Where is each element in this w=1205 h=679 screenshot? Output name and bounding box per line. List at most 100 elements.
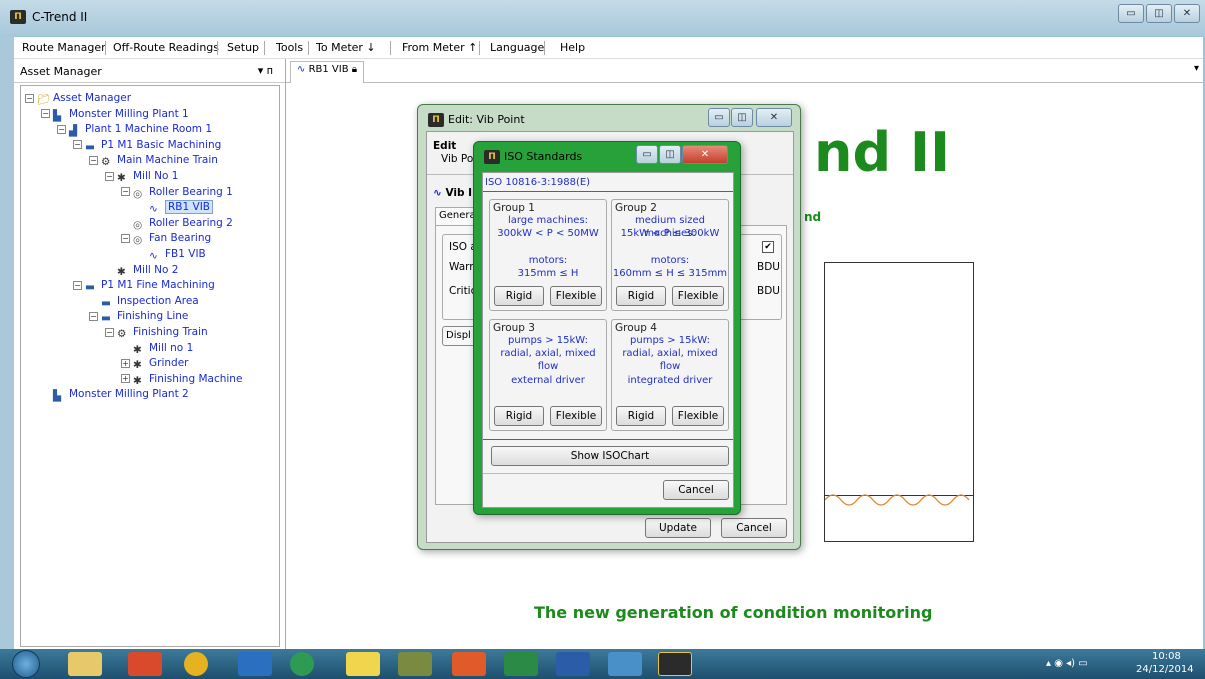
remote-icon[interactable] xyxy=(608,652,642,676)
edit-close-button[interactable]: ✕ xyxy=(756,108,792,127)
tree-item[interactable]: − ⚙ Finishing Train xyxy=(105,324,208,340)
plant-icon: ▙ xyxy=(53,109,62,122)
tree-item-label: Roller Bearing 1 xyxy=(149,185,233,198)
critical-unit: BDU xyxy=(757,285,780,297)
git-icon[interactable] xyxy=(452,652,486,676)
menu-to-meter[interactable]: To Meter ↓ xyxy=(316,41,376,54)
tree-item[interactable]: + ✱ Finishing Machine xyxy=(121,371,242,387)
expand-toggle-icon[interactable]: − xyxy=(73,140,82,150)
show-iso-chart-button[interactable]: Show ISOChart xyxy=(491,446,729,466)
pin-icon[interactable]: ▾ ᴨ xyxy=(258,64,273,77)
iso-maximize-button[interactable]: ◫ xyxy=(659,145,681,164)
menu-help[interactable]: Help xyxy=(560,41,585,54)
edit-maximize-button[interactable]: ◫ xyxy=(731,108,753,127)
machine-icon: ✱ xyxy=(117,172,126,184)
menu-tools[interactable]: Tools xyxy=(276,41,303,54)
splash-tagline: nd xyxy=(804,210,822,224)
tab-rb1-vib[interactable]: ∿ RB1 VIB 🔒︎ xyxy=(290,61,365,83)
app-icon-yellow[interactable] xyxy=(346,652,380,676)
expand-toggle-icon[interactable]: − xyxy=(121,187,130,197)
file-explorer-icon[interactable] xyxy=(68,652,102,676)
excel-icon[interactable] xyxy=(504,652,538,676)
expand-toggle-icon[interactable]: + xyxy=(121,358,130,368)
vib-point-label: Vib Po xyxy=(441,153,474,165)
iso-checkbox[interactable]: ✔ xyxy=(762,241,774,253)
group-3-line-2: radial, axial, mixed flow xyxy=(500,348,596,372)
tree-item[interactable]: ✱ Mill no 1 xyxy=(121,340,193,356)
group-4-rigid-button[interactable]: Rigid xyxy=(616,406,666,426)
group-3-rigid-button[interactable]: Rigid xyxy=(494,406,544,426)
overflow-icon[interactable]: ▾ xyxy=(1194,63,1199,74)
tree-item[interactable]: ▙ Monster Milling Plant 2 xyxy=(41,386,189,402)
tree-item[interactable]: − ✱ Mill No 1 xyxy=(105,168,178,184)
edit-minimize-button[interactable]: ▭ xyxy=(708,108,730,127)
maximize-button[interactable]: ◫ xyxy=(1146,4,1172,23)
tree-item[interactable]: − 📁︎ Asset Manager xyxy=(25,90,131,106)
tree-item-label: Main Machine Train xyxy=(117,154,218,167)
dialog-app-icon: Π xyxy=(428,113,444,127)
expand-toggle-icon[interactable]: − xyxy=(89,311,98,321)
edit-cancel-button[interactable]: Cancel xyxy=(721,518,787,538)
group-1-flexible-button[interactable]: Flexible xyxy=(550,286,602,306)
tree-item[interactable]: ◎ Roller Bearing 2 xyxy=(121,215,233,231)
tree-item[interactable]: − ⚙ Main Machine Train xyxy=(89,152,218,168)
group-2-title: Group 2 xyxy=(615,202,657,214)
menu-language[interactable]: Language xyxy=(490,41,544,54)
clock-time[interactable]: 10:08 xyxy=(1152,651,1181,662)
expand-toggle-icon[interactable]: − xyxy=(57,124,66,134)
machine-icon: ✱ xyxy=(133,343,142,356)
clock-date[interactable]: 24/12/2014 xyxy=(1136,664,1194,675)
iso-minimize-button[interactable]: ▭ xyxy=(636,145,658,164)
expand-toggle-icon[interactable]: − xyxy=(105,171,114,181)
tool-icon[interactable] xyxy=(398,652,432,676)
group-1-title: Group 1 xyxy=(493,202,535,214)
paint-icon[interactable] xyxy=(128,652,162,676)
iso-standard-label: ISO 10816-3:1988(E) xyxy=(485,177,591,188)
expand-toggle-icon[interactable]: − xyxy=(105,327,114,337)
menu-off-route-readings[interactable]: Off-Route Readings xyxy=(113,41,219,54)
word-icon[interactable] xyxy=(556,652,590,676)
group-2-flexible-button[interactable]: Flexible xyxy=(672,286,724,306)
media-icon[interactable] xyxy=(290,652,314,676)
menu-from-meter[interactable]: From Meter ↑ xyxy=(402,41,477,54)
chrome-icon[interactable] xyxy=(184,652,208,676)
tree-item[interactable]: ▬ Inspection Area xyxy=(89,293,199,309)
close-button[interactable]: ✕ xyxy=(1174,4,1200,23)
expand-toggle-icon[interactable]: − xyxy=(89,155,98,165)
expand-toggle-icon[interactable]: + xyxy=(121,374,130,384)
expand-toggle-icon[interactable]: − xyxy=(121,233,130,243)
tree-item[interactable]: ∿ RB1 VIB xyxy=(137,199,213,215)
iso-close-button[interactable]: ✕ xyxy=(682,145,728,164)
expand-toggle-icon[interactable]: − xyxy=(41,109,50,119)
tree-item-label: FB1 VIB xyxy=(165,248,206,260)
group-2-rigid-button[interactable]: Rigid xyxy=(616,286,666,306)
outlook-icon[interactable] xyxy=(238,652,272,676)
tree-item[interactable]: − ▬ P1 M1 Basic Machining xyxy=(73,137,221,153)
tree-item[interactable]: − ▬ Finishing Line xyxy=(89,308,188,324)
tree-item[interactable]: + ✱ Grinder xyxy=(121,355,188,371)
splash-subtitle: The new generation of condition monitori… xyxy=(534,603,933,622)
group-1: Group 1 large machines: 300kW < P < 50MW… xyxy=(489,199,607,311)
update-button[interactable]: Update xyxy=(645,518,711,538)
expand-toggle-icon[interactable]: − xyxy=(73,280,82,290)
ctrend-taskbar-icon[interactable] xyxy=(658,652,692,676)
tab-general[interactable]: Genera xyxy=(435,207,476,225)
start-button[interactable] xyxy=(12,650,40,678)
group-1-rigid-button[interactable]: Rigid xyxy=(494,286,544,306)
tree-item[interactable]: − ▬ P1 M1 Fine Machining xyxy=(73,277,215,293)
iso-cancel-button[interactable]: Cancel xyxy=(663,480,729,500)
group-3-flexible-button[interactable]: Flexible xyxy=(550,406,602,426)
expand-toggle-icon[interactable]: − xyxy=(25,93,34,103)
tree-item[interactable]: − ▟ Plant 1 Machine Room 1 xyxy=(57,121,212,137)
tree-item[interactable]: − ▙ Monster Milling Plant 1 xyxy=(41,106,189,122)
tree-item[interactable]: ✱ Mill No 2 xyxy=(105,262,178,278)
minimize-button[interactable]: ▭ xyxy=(1118,4,1144,23)
menu-setup[interactable]: Setup xyxy=(227,41,259,54)
lock-icon: 🔒︎ xyxy=(351,64,358,75)
tree-item[interactable]: ∿ FB1 VIB xyxy=(137,246,206,262)
tree-item[interactable]: − ◎ Fan Bearing xyxy=(121,230,211,246)
group-4-flexible-button[interactable]: Flexible xyxy=(672,406,724,426)
menu-route-manager[interactable]: Route Manager xyxy=(22,41,106,54)
tree-item[interactable]: − ◎ Roller Bearing 1 xyxy=(121,184,233,200)
tab-strip: ∿ RB1 VIB 🔒︎ ▾ xyxy=(286,59,1203,83)
